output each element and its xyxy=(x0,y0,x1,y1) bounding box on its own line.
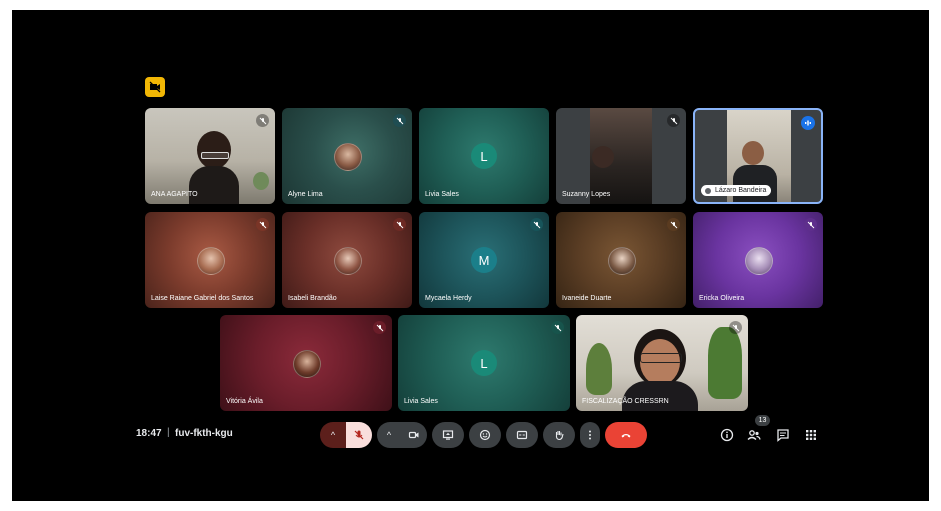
microphone-off-button[interactable] xyxy=(346,422,372,448)
camera-options-button[interactable]: ^ xyxy=(377,422,401,448)
participant-avatar: M xyxy=(471,247,497,273)
participant-name: Laise Raiane Gabriel dos Santos xyxy=(151,295,254,302)
participant-avatar: L xyxy=(471,143,497,169)
muted-mic-icon xyxy=(373,321,386,334)
muted-mic-icon xyxy=(393,114,406,127)
hang-up-icon xyxy=(621,434,631,438)
hand-icon xyxy=(555,431,564,441)
participant-tile[interactable]: ANA AGAPITO xyxy=(145,108,275,204)
emoji-icon xyxy=(479,429,491,441)
participant-tile[interactable]: FISCALIZAÇÃO CRESSRN xyxy=(576,315,748,411)
muted-mic-icon xyxy=(530,218,543,231)
muted-mic-icon xyxy=(393,218,406,231)
present-icon xyxy=(442,430,454,440)
participant-tile[interactable]: Suzanny Lopes xyxy=(556,108,686,204)
participant-name: Ericka Oliveira xyxy=(699,295,745,302)
plant xyxy=(708,327,742,399)
captions-button[interactable] xyxy=(506,422,538,448)
person-head xyxy=(742,141,764,165)
camera-icon xyxy=(408,431,419,439)
glasses xyxy=(640,353,682,363)
participant-tile[interactable]: Ericka Oliveira xyxy=(693,212,823,308)
info-icon[interactable] xyxy=(720,428,734,442)
muted-mic-icon xyxy=(667,114,680,127)
participant-tile[interactable]: Laise Raiane Gabriel dos Santos xyxy=(145,212,275,308)
captions-icon xyxy=(516,430,528,440)
participant-count-badge: 13 xyxy=(755,415,770,426)
participant-name: ANA AGAPITO xyxy=(151,191,198,198)
participant-avatar: L xyxy=(471,350,497,376)
plant xyxy=(253,172,269,190)
more-vert-icon xyxy=(589,430,591,440)
participant-tile[interactable]: M Mycaela Herdy xyxy=(419,212,549,308)
camera-button[interactable] xyxy=(401,422,427,448)
muted-mic-icon xyxy=(256,114,269,127)
participant-avatar xyxy=(334,247,362,275)
participant-name: Vitória Ávila xyxy=(226,398,263,405)
participant-tile[interactable]: L Livia Sales xyxy=(398,315,570,411)
raise-hand-button[interactable] xyxy=(543,422,575,448)
camera-off-badge-icon[interactable] xyxy=(145,77,165,97)
mic-options-button[interactable]: ^ xyxy=(320,422,346,448)
mic-off-icon xyxy=(354,430,364,440)
participant-name: Mycaela Herdy xyxy=(425,295,472,302)
person-body xyxy=(189,166,239,204)
participant-avatar xyxy=(745,247,773,275)
participant-tile[interactable]: Ivaneide Duarte xyxy=(556,212,686,308)
speaking-indicator-icon xyxy=(801,116,815,130)
current-time: 18:47 xyxy=(136,428,162,439)
muted-mic-icon xyxy=(551,321,564,334)
activities-icon[interactable] xyxy=(804,428,818,442)
participant-name: Alyne Lima xyxy=(288,191,323,198)
divider: | xyxy=(167,427,170,438)
plant xyxy=(586,343,612,395)
participant-name: Isabeli Brandão xyxy=(288,295,337,302)
participant-avatar xyxy=(334,143,362,171)
participant-avatar xyxy=(293,350,321,378)
person-body xyxy=(622,381,698,411)
person-head xyxy=(592,146,614,168)
more-options-button[interactable] xyxy=(580,422,600,448)
participant-avatar xyxy=(197,247,225,275)
participant-tile[interactable]: L Livia Sales xyxy=(419,108,549,204)
muted-mic-icon xyxy=(729,321,742,334)
participant-tile-speaking[interactable]: Lázaro Bandeira xyxy=(693,108,823,204)
chat-icon[interactable] xyxy=(776,428,790,442)
chevron-up-icon: ^ xyxy=(330,430,336,440)
person-head xyxy=(197,131,231,169)
participant-tile[interactable]: Alyne Lima xyxy=(282,108,412,204)
participant-name: Suzanny Lopes xyxy=(562,191,611,198)
emoji-reactions-button[interactable] xyxy=(469,422,501,448)
present-screen-button[interactable] xyxy=(432,422,464,448)
participant-name: Livia Sales xyxy=(404,398,438,405)
glasses xyxy=(201,152,229,159)
participant-tile[interactable]: Isabeli Brandão xyxy=(282,212,412,308)
participant-name: Lázaro Bandeira xyxy=(701,185,772,196)
muted-mic-icon xyxy=(256,218,269,231)
chevron-up-icon: ^ xyxy=(386,430,392,440)
participant-avatar xyxy=(608,247,636,275)
meeting-code: fuv-fkth-kgu xyxy=(175,428,233,439)
people-icon[interactable] xyxy=(747,428,761,442)
muted-mic-icon xyxy=(804,218,817,231)
participant-tile[interactable]: Vitória Ávila xyxy=(220,315,392,411)
participant-name: Livia Sales xyxy=(425,191,459,198)
participant-name: Ivaneide Duarte xyxy=(562,295,612,302)
leave-call-button[interactable] xyxy=(605,422,647,448)
muted-mic-icon xyxy=(667,218,680,231)
participant-name: FISCALIZAÇÃO CRESSRN xyxy=(582,398,669,405)
